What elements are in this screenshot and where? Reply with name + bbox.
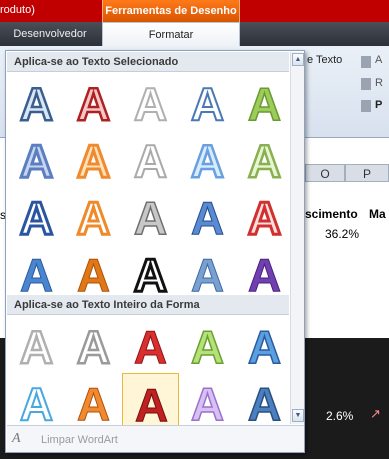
svg-text:A: A [77,321,110,373]
svg-text:A: A [134,78,167,130]
svg-text:A: A [248,78,281,130]
wordart-style-selected-15[interactable]: A [236,187,293,245]
ribbon-letter-a[interactable]: A [375,54,382,66]
window-title: roduto) [0,4,35,16]
svg-text:A: A [248,249,281,301]
wordart-style-shape-4[interactable]: A [179,316,236,373]
wordart-style-shape-3[interactable]: A [122,316,179,374]
clear-wordart-row[interactable]: A Limpar WordArt [7,425,304,452]
svg-text:A: A [77,78,110,130]
ribbon-icon[interactable] [361,78,371,90]
wordart-style-selected-18[interactable]: A [122,244,179,302]
wordart-style-selected-8[interactable]: A [122,130,179,187]
section-header-selected-text: Aplica-se ao Texto Selecionado [7,52,289,72]
ribbon-letter-p[interactable]: P [375,99,382,111]
wordart-style-selected-5[interactable]: A [236,73,293,130]
wordart-style-selected-9[interactable]: A [179,130,236,187]
svg-text:A: A [191,321,224,373]
drawing-tools-context-tab[interactable]: Ferramentas de Desenho [102,0,240,22]
scroll-down-button[interactable]: ▼ [292,409,304,422]
svg-text:A: A [248,321,281,373]
svg-text:A: A [77,249,110,301]
svg-text:A: A [77,135,110,187]
wordart-style-selected-16[interactable]: A [8,244,65,302]
svg-text:A: A [77,378,110,430]
chart-value-label: 2.6% [326,409,354,423]
scroll-up-button[interactable]: ▲ [292,53,304,66]
wordart-style-shape-5[interactable]: A [236,316,293,373]
svg-text:A: A [248,192,281,244]
svg-text:A: A [20,78,53,130]
svg-text:A: A [20,321,53,373]
arrow-up-right-icon: ↗ [370,406,381,421]
gallery-scrollbar[interactable]: ▲ ▼ [290,52,304,424]
ribbon-tabs: Desenvolvedor Formatar [0,22,389,46]
ribbon-letter-r[interactable]: R [375,77,383,89]
wordart-style-selected-12[interactable]: A [65,187,122,245]
wordart-style-shape-1[interactable]: A [8,316,65,373]
clear-wordart-label: Limpar WordArt [41,434,118,446]
wordart-style-selected-17[interactable]: A [65,244,122,302]
wordart-style-selected-11[interactable]: A [8,187,65,245]
clear-wordart-icon: A [12,431,21,446]
svg-text:A: A [20,249,53,301]
svg-text:A: A [191,192,224,244]
column-header-p[interactable]: P [345,164,389,182]
wordart-style-selected-6[interactable]: A [8,130,65,188]
ribbon-text-label[interactable]: e Texto [307,54,342,66]
svg-text:A: A [191,135,224,187]
wordart-style-selected-10[interactable]: A [236,130,293,187]
svg-text:A: A [77,192,110,244]
svg-text:A: A [20,378,53,430]
column-header-o[interactable]: O [305,164,345,182]
wordart-style-selected-3[interactable]: A [122,73,179,130]
wordart-style-selected-14[interactable]: A [179,187,236,245]
wordart-style-shape-6[interactable]: A [8,373,65,430]
svg-text:A: A [248,135,281,187]
section-header-whole-shape: Aplica-se ao Texto Inteiro da Forma [7,295,289,315]
svg-text:A: A [134,192,167,244]
wordart-style-selected-4[interactable]: A [179,73,236,130]
svg-text:A: A [20,135,53,187]
wordart-style-selected-2[interactable]: A [65,73,122,130]
cell-header-crescimento[interactable]: scimento [305,207,358,221]
svg-text:A: A [135,379,168,431]
tab-desenvolvedor[interactable]: Desenvolvedor [0,22,100,46]
wordart-style-selected-13[interactable]: A [122,187,179,244]
svg-text:A: A [134,321,167,373]
svg-text:A: A [191,249,224,301]
cell-value-pct[interactable]: 36.2% [325,227,359,241]
wordart-style-selected-1[interactable]: A [8,73,65,130]
ribbon-icon[interactable] [361,56,371,68]
wordart-style-shape-2[interactable]: A [65,316,122,373]
wordart-style-shape-9[interactable]: A [179,373,236,430]
ribbon-icon[interactable] [361,100,371,112]
wordart-gallery: Aplica-se ao Texto Selecionado AAAAAAAAA… [5,50,305,453]
svg-text:A: A [134,135,167,187]
wordart-style-selected-19[interactable]: A [179,244,236,302]
wordart-style-shape-8[interactable]: A [122,373,179,431]
svg-text:A: A [248,378,281,430]
wordart-style-shape-7[interactable]: A [65,373,122,431]
svg-text:A: A [134,249,167,301]
svg-text:A: A [191,78,224,130]
svg-text:A: A [20,192,53,244]
tab-formatar[interactable]: Formatar [102,22,240,46]
cell-header-ma[interactable]: Ma [369,207,386,221]
wordart-style-selected-7[interactable]: A [65,130,122,188]
wordart-style-shape-10[interactable]: A [236,373,293,430]
svg-text:A: A [191,378,224,430]
wordart-style-selected-20[interactable]: A [236,244,293,302]
context-tab-label: Ferramentas de Desenho [105,5,237,17]
